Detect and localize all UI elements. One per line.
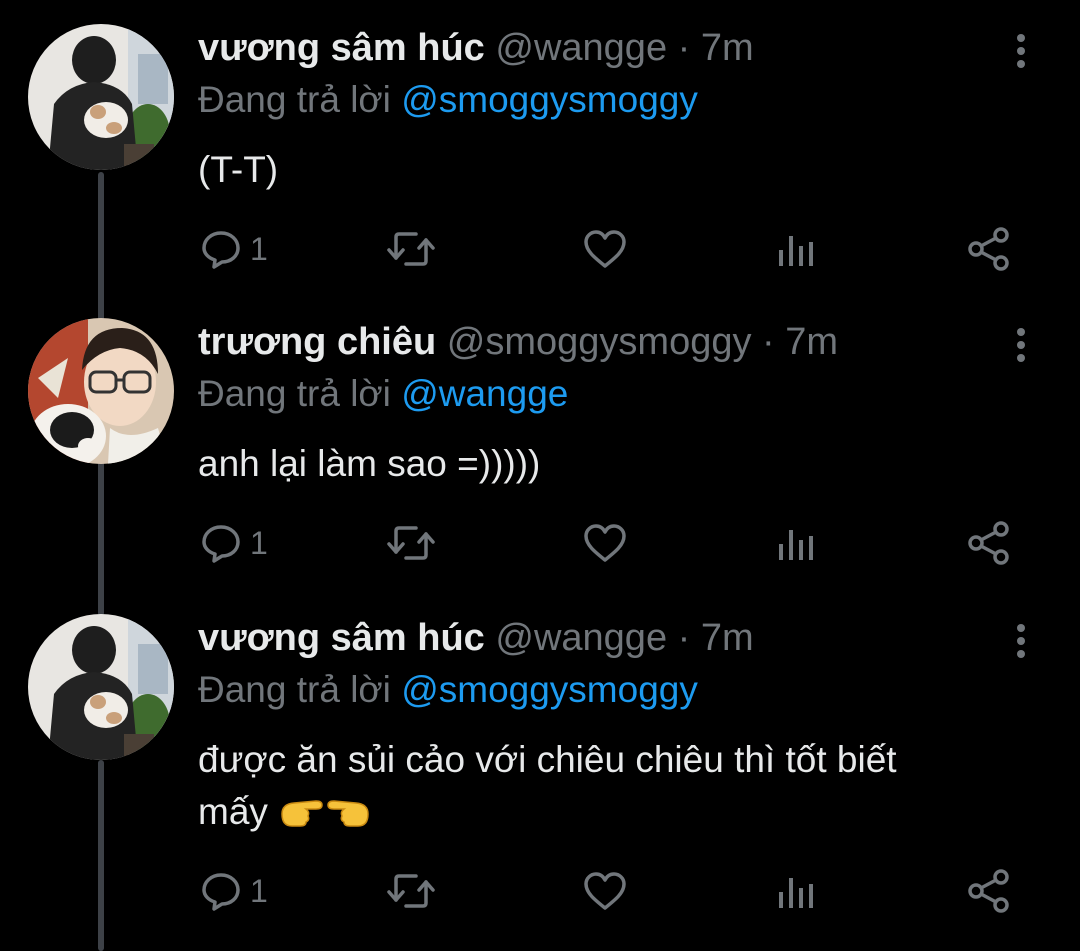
tweet-text-line: mấy xyxy=(198,791,268,832)
heart-icon xyxy=(582,870,628,912)
separator-dot: · xyxy=(677,27,691,69)
analytics-button[interactable] xyxy=(776,866,816,916)
replying-to-prefix: Đang trả lời xyxy=(198,669,391,710)
analytics-button[interactable] xyxy=(776,518,816,568)
action-bar: 1 xyxy=(0,224,1080,274)
action-bar: 1 xyxy=(0,866,1080,916)
retweet-button[interactable] xyxy=(386,518,436,568)
display-name[interactable]: vương sâm húc xyxy=(198,617,485,659)
separator-dot: · xyxy=(677,617,691,659)
reply-icon xyxy=(200,228,242,270)
reply-count: 1 xyxy=(250,872,268,909)
replying-to-prefix: Đang trả lời xyxy=(198,373,391,414)
action-bar: 1 xyxy=(0,518,1080,568)
timestamp[interactable]: 7m xyxy=(785,321,838,363)
timestamp[interactable]: 7m xyxy=(701,27,754,69)
share-button[interactable] xyxy=(966,224,1012,274)
heart-icon xyxy=(582,522,628,564)
share-icon xyxy=(966,868,1012,914)
timestamp[interactable]: 7m xyxy=(701,617,754,659)
analytics-icon xyxy=(776,870,816,912)
avatar[interactable] xyxy=(28,318,174,464)
tweet[interactable]: vương sâm húc @wangge · 7m Đang trả lời … xyxy=(0,614,1080,951)
retweet-icon xyxy=(386,870,436,912)
avatar[interactable] xyxy=(28,24,174,170)
tweet-text-line: (T-T) xyxy=(198,149,279,190)
tweet-header: vương sâm húc @wangge · 7m xyxy=(198,614,754,662)
tweet-text: anh lại làm sao =))))) xyxy=(198,438,1038,490)
user-handle[interactable]: @smoggysmoggy xyxy=(447,321,752,363)
mention-link[interactable]: @smoggysmoggy xyxy=(401,79,698,120)
tweet[interactable]: trương chiêu @smoggysmoggy · 7m Đang trả… xyxy=(0,318,1080,588)
like-button[interactable] xyxy=(582,518,628,568)
user-handle[interactable]: @wangge xyxy=(495,27,667,69)
reply-count: 1 xyxy=(250,230,268,267)
reply-count: 1 xyxy=(250,524,268,561)
avatar[interactable] xyxy=(28,614,174,760)
tweet-text-line: được ăn sủi cảo với chiêu chiêu thì tốt … xyxy=(198,739,897,780)
share-icon xyxy=(966,520,1012,566)
analytics-button[interactable] xyxy=(776,224,816,274)
retweet-button[interactable] xyxy=(386,866,436,916)
mention-link[interactable]: @wangge xyxy=(401,373,568,414)
replying-to-line: Đang trả lời @smoggysmoggy xyxy=(198,76,698,124)
replying-to-prefix: Đang trả lời xyxy=(198,79,391,120)
like-button[interactable] xyxy=(582,866,628,916)
reply-icon xyxy=(200,870,242,912)
retweet-icon xyxy=(386,228,436,270)
reply-button[interactable]: 1 xyxy=(200,224,268,274)
share-icon xyxy=(966,226,1012,272)
display-name[interactable]: trương chiêu xyxy=(198,321,436,363)
share-button[interactable] xyxy=(966,866,1012,916)
reply-button[interactable]: 1 xyxy=(200,866,268,916)
tweet-text-line: anh lại làm sao =))))) xyxy=(198,443,541,484)
share-button[interactable] xyxy=(966,518,1012,568)
separator-dot: · xyxy=(762,321,775,363)
tweet-header: trương chiêu @smoggysmoggy · 7m xyxy=(198,318,838,366)
retweet-button[interactable] xyxy=(386,224,436,274)
replying-to-line: Đang trả lời @wangge xyxy=(198,370,568,418)
pointing-hands-emoji xyxy=(278,790,372,844)
tweet-text: (T-T) xyxy=(198,144,1038,196)
reply-icon xyxy=(200,522,242,564)
tweet-header: vương sâm húc @wangge · 7m xyxy=(198,24,754,72)
display-name[interactable]: vương sâm húc xyxy=(198,27,485,69)
reply-button[interactable]: 1 xyxy=(200,518,268,568)
heart-icon xyxy=(582,228,628,270)
tweet-text-line-with-emoji: mấy xyxy=(198,786,1038,844)
mention-link[interactable]: @smoggysmoggy xyxy=(401,669,698,710)
user-handle[interactable]: @wangge xyxy=(495,617,667,659)
like-button[interactable] xyxy=(582,224,628,274)
retweet-icon xyxy=(386,522,436,564)
tweet[interactable]: vương sâm húc @wangge · 7m Đang trả lời … xyxy=(0,24,1080,294)
tweet-text: được ăn sủi cảo với chiêu chiêu thì tốt … xyxy=(198,734,1038,844)
more-vertical-icon[interactable] xyxy=(1008,34,1034,68)
analytics-icon xyxy=(776,522,816,564)
more-vertical-icon[interactable] xyxy=(1008,328,1034,362)
analytics-icon xyxy=(776,228,816,270)
more-vertical-icon[interactable] xyxy=(1008,624,1034,658)
replying-to-line: Đang trả lời @smoggysmoggy xyxy=(198,666,698,714)
